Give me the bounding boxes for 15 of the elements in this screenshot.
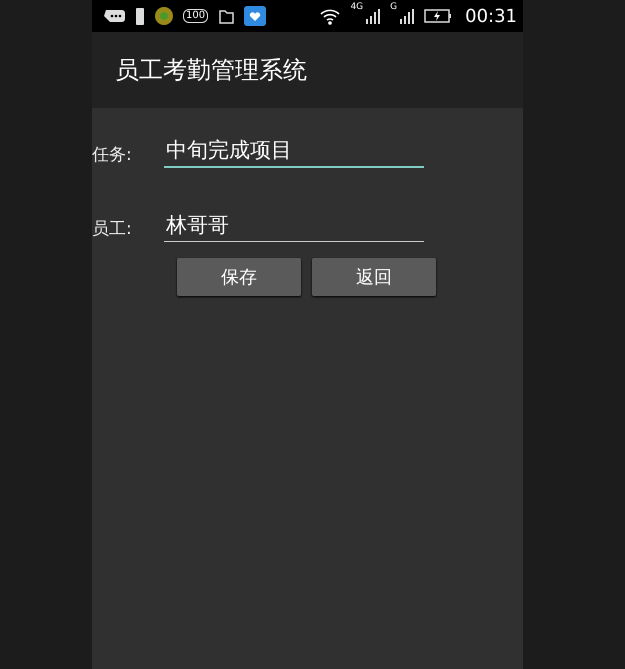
app-title: 员工考勤管理系统 (115, 55, 307, 86)
back-button[interactable]: 返回 (312, 258, 436, 296)
network-type-label: 4G (350, 2, 364, 12)
network-type-label: G (390, 2, 398, 12)
battery-icon (135, 6, 145, 26)
signal-icon (399, 6, 416, 26)
battery-label: 100 (183, 9, 208, 23)
app-icon (154, 6, 174, 26)
text-field[interactable]: 林哥哥 (164, 208, 424, 242)
signal-icon (365, 6, 382, 26)
clock-time: 00:31 (465, 6, 517, 26)
save-button[interactable]: 保存 (177, 258, 301, 296)
field-label: 任务: (92, 144, 133, 166)
field-label: 员工: (92, 218, 133, 240)
text-field[interactable]: 中旬完成项目 (164, 134, 424, 168)
